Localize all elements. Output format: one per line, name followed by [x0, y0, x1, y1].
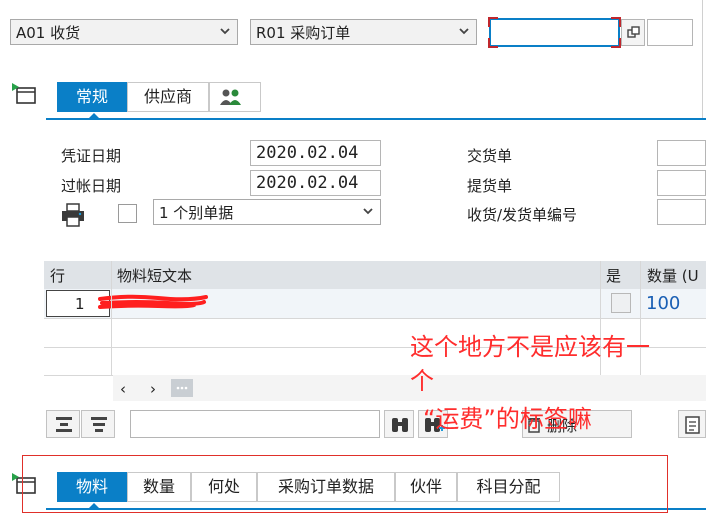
value-help-button[interactable]	[621, 19, 645, 46]
doc-date-label: 凭证日期	[61, 147, 122, 165]
bill-of-lading-input[interactable]	[657, 170, 706, 196]
focus-corner-br	[611, 38, 621, 48]
slip-select[interactable]: 1 个别单据	[153, 199, 381, 225]
delivery-note-label: 交货单	[467, 147, 513, 165]
tab-general-label: 常规	[75, 87, 108, 106]
binoculars-icon	[392, 418, 408, 432]
annotation-line-1: 这个地方不是应该有一	[410, 333, 650, 361]
focus-corner-bl	[488, 38, 498, 48]
doc-date-field[interactable]: 2020.02.04	[250, 140, 381, 166]
gr-slip-input[interactable]	[657, 199, 706, 225]
reference-select-value: R01 采购订单	[256, 23, 351, 42]
row-flag-checkbox[interactable]	[611, 293, 631, 313]
tab-vendor[interactable]: 供应商	[127, 82, 209, 112]
reference-select[interactable]: R01 采购订单	[250, 19, 477, 45]
document-icon	[685, 416, 700, 434]
expand-header-icon[interactable]	[10, 82, 38, 106]
row-divider	[44, 318, 706, 319]
col-material-text: 物料短文本	[117, 267, 193, 285]
header-tab-underline	[46, 118, 706, 120]
col-flag: 是	[606, 267, 622, 285]
details-button[interactable]	[678, 410, 706, 438]
align-top-button[interactable]	[46, 410, 80, 438]
row-quantity[interactable]: 100	[646, 293, 680, 314]
gr-slip-label: 收货/发货单编号	[467, 206, 578, 224]
chevron-down-icon	[363, 208, 373, 215]
align-bottom-button[interactable]	[81, 410, 115, 438]
annotation-line-3: “运费”的标签嘛	[423, 405, 592, 433]
chevron-down-icon	[459, 28, 469, 35]
chevron-down-icon	[220, 28, 230, 35]
annotation-highlight-box	[22, 455, 668, 513]
post-date-field[interactable]: 2020.02.04	[250, 170, 381, 196]
action-select-value: A01 收货	[16, 23, 81, 42]
col-quantity: 数量 (U	[647, 267, 699, 285]
scroll-more-icon[interactable]	[171, 379, 193, 397]
annotation-line-2: 个	[410, 367, 434, 395]
tab-vendor-label: 供应商	[143, 87, 192, 106]
action-select[interactable]: A01 收货	[10, 19, 238, 45]
po-number-input[interactable]	[488, 17, 621, 48]
print-icon[interactable]	[60, 202, 86, 228]
divider	[702, 0, 703, 120]
scroll-left-icon[interactable]: ‹	[120, 380, 126, 398]
col-line: 行	[50, 267, 66, 285]
align-top-icon	[56, 417, 72, 432]
find-button[interactable]	[384, 410, 414, 438]
active-tab-pointer	[88, 113, 100, 119]
align-bottom-icon	[91, 417, 107, 432]
post-date-label: 过帐日期	[61, 177, 122, 195]
focus-corner-tl	[488, 17, 498, 27]
bill-of-lading-label: 提货单	[467, 177, 513, 195]
scroll-right-icon[interactable]: ›	[150, 380, 156, 398]
redacted-scribble	[98, 293, 208, 311]
tab-general[interactable]: 常规	[57, 82, 127, 112]
tab-partner[interactable]	[209, 82, 261, 112]
item-input[interactable]	[647, 19, 693, 46]
slip-select-value: 1 个别单据	[159, 203, 234, 222]
print-checkbox[interactable]	[118, 204, 137, 223]
partner-icon	[220, 89, 241, 105]
row-line-number: 1	[75, 295, 85, 313]
delivery-note-input[interactable]	[657, 140, 706, 166]
toolbar-search-input[interactable]	[130, 410, 380, 438]
copy-icon	[627, 26, 640, 38]
col-divider	[111, 261, 112, 375]
focus-corner-tr	[611, 17, 621, 27]
